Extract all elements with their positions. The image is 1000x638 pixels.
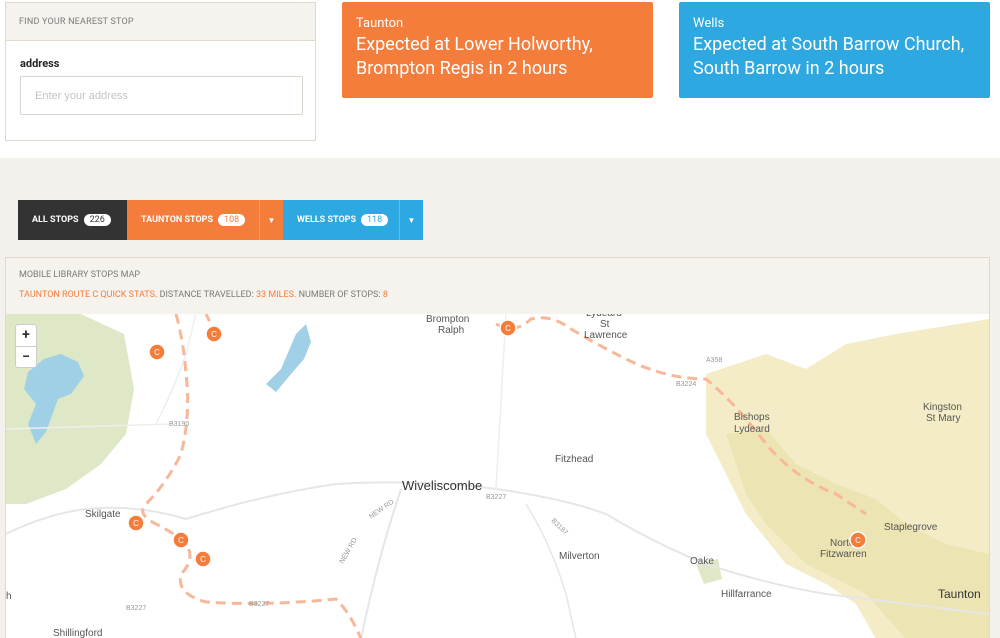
stop-marker-letter: C: [211, 330, 217, 339]
stop-marker: C: [127, 514, 145, 532]
card-message: Expected at South Barrow Church, South B…: [693, 34, 965, 79]
road-label: B3190: [169, 421, 189, 428]
place-label: Staplegrove: [884, 522, 938, 533]
road-label: NEW RD: [339, 537, 359, 565]
stop-marker-letter: C: [178, 536, 184, 545]
route-quick-stats: Taunton route C quick stats. Distance tr…: [19, 290, 976, 300]
map-canvas[interactable]: + − Brompton Ralph St Lawrence Bishops L…: [6, 314, 989, 638]
stop-marker: C: [849, 531, 867, 549]
stats-prefix: Taunton route C quick stats.: [19, 290, 158, 300]
stops-map-panel: Mobile library stops map Taunton route C…: [5, 257, 990, 638]
distance-label: Distance travelled:: [159, 290, 254, 300]
address-input[interactable]: [20, 76, 303, 115]
tab-count-badge: 118: [361, 214, 389, 226]
stop-marker: C: [148, 343, 166, 361]
card-route-name: Taunton: [356, 16, 404, 31]
map-header: Mobile library stops map Taunton route C…: [6, 258, 989, 314]
taunton-status-card: Taunton Expected at Lower Holworthy, Bro…: [342, 2, 653, 98]
road: [495, 314, 507, 490]
stop-marker-letter: C: [154, 348, 160, 357]
zoom-in-button[interactable]: +: [16, 325, 36, 346]
place-label: Milverton: [559, 551, 600, 562]
place-label: Wiveliscombe: [402, 478, 482, 493]
place-label: Brompton: [426, 314, 469, 325]
stops-value: 8: [382, 290, 388, 300]
route-c-path: [141, 314, 363, 638]
stop-marker: C: [205, 325, 223, 343]
place-label: Lydeard: [734, 424, 770, 435]
road-label: B3224: [676, 381, 696, 388]
wells-status-card: Wells Expected at South Barrow Church, S…: [679, 2, 990, 98]
place-label: Bishops: [734, 412, 770, 423]
stop-marker-letter: C: [133, 519, 139, 528]
place-label: Taunton: [938, 587, 981, 601]
place-label: St: [600, 319, 610, 330]
route-filter-tabs: All stops 226 Taunton stops 108 ▼ Wells …: [18, 200, 423, 240]
caret-down-icon[interactable]: ▼: [399, 200, 423, 240]
stop-marker-letter: C: [855, 536, 861, 545]
place-label: Fitzhead: [555, 454, 593, 465]
stop-marker-letter: C: [200, 555, 206, 564]
card-route-name: Wells: [693, 16, 725, 31]
stop-marker: C: [172, 531, 190, 549]
zoom-control: + −: [15, 324, 37, 368]
road-label: B3227: [486, 494, 506, 501]
place-label: St Mary: [926, 413, 960, 424]
stop-finder-title: Find your nearest stop: [6, 3, 315, 41]
road-label: B3227: [126, 605, 146, 612]
stop-marker: C: [194, 550, 212, 568]
place-label: Oake: [690, 556, 714, 567]
tab-all-stops[interactable]: All stops 226: [18, 200, 127, 240]
map-edge-label: h: [6, 591, 12, 602]
tab-label: Wells stops: [297, 215, 356, 225]
stop-finder-panel: Find your nearest stop address: [5, 2, 316, 141]
map-tiles: Brompton Ralph Lydeard St Lawrence Bisho…: [6, 314, 989, 638]
road: [525, 503, 577, 638]
map-title: Mobile library stops map: [19, 270, 141, 280]
place-label: Lawrence: [584, 330, 628, 341]
road-label: B3187: [550, 517, 569, 536]
road: [185, 481, 607, 520]
caret-down-icon[interactable]: ▼: [259, 200, 283, 240]
stop-marker: C: [499, 319, 517, 337]
place-label: Shillingford: [53, 628, 102, 638]
distance-value: 33 miles.: [256, 290, 297, 300]
place-label: Ralph: [438, 325, 464, 336]
tab-count-badge: 108: [218, 214, 246, 226]
road: [155, 314, 197, 425]
tab-taunton-stops[interactable]: Taunton stops 108 ▼: [127, 200, 283, 240]
road-label: B3227: [249, 601, 269, 608]
place-label: Hillfarrance: [721, 589, 772, 600]
stops-label: Number of stops:: [298, 290, 381, 300]
stop-marker-letter: C: [505, 324, 511, 333]
top-section: Find your nearest stop address Taunton E…: [0, 0, 1000, 158]
zoom-out-button[interactable]: −: [16, 346, 36, 367]
tab-wells-stops[interactable]: Wells stops 118 ▼: [283, 200, 423, 240]
tab-count-badge: 226: [83, 214, 111, 226]
place-label: Fitzwarren: [820, 549, 867, 560]
card-message: Expected at Lower Holworthy, Brompton Re…: [356, 34, 593, 79]
place-label: Skilgate: [85, 509, 121, 520]
address-label: address: [20, 57, 60, 70]
road-label: A358: [706, 357, 722, 364]
tab-label: All stops: [32, 215, 79, 225]
lake: [266, 324, 311, 392]
tab-label: Taunton stops: [141, 215, 214, 225]
place-label: Kingston: [923, 402, 962, 413]
